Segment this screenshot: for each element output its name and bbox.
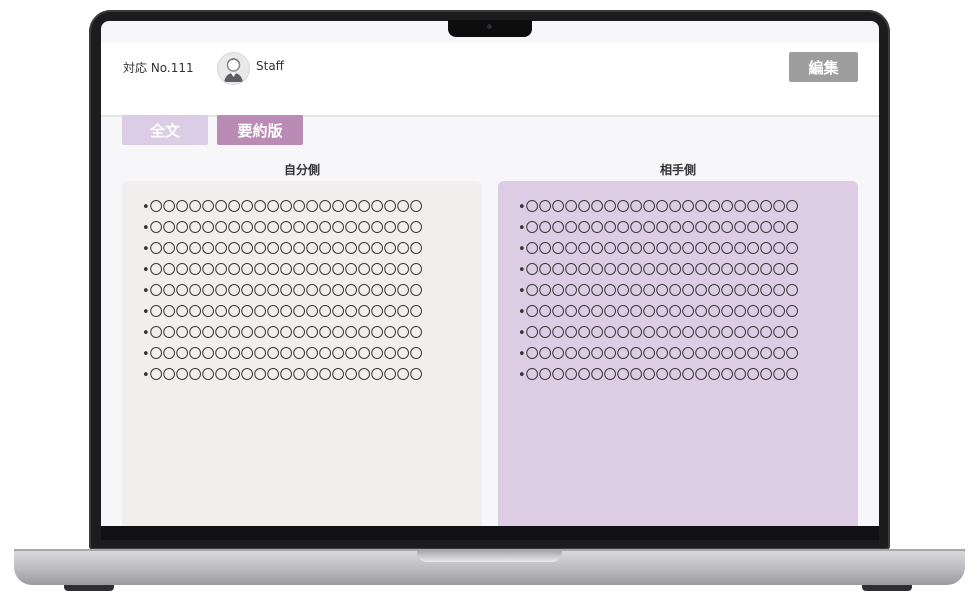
self-column-title: 自分側 [283, 163, 320, 177]
other-summary-list: •〇〇〇〇〇〇〇〇〇〇〇〇〇〇〇〇〇〇〇〇〇 •〇〇〇〇〇〇〇〇〇〇〇〇〇〇〇〇… [498, 181, 858, 386]
avatar-person-icon [224, 58, 243, 82]
self-summary-list: •〇〇〇〇〇〇〇〇〇〇〇〇〇〇〇〇〇〇〇〇〇 •〇〇〇〇〇〇〇〇〇〇〇〇〇〇〇〇… [122, 181, 482, 386]
list-item: •〇〇〇〇〇〇〇〇〇〇〇〇〇〇〇〇〇〇〇〇〇 [142, 263, 423, 278]
list-item: •〇〇〇〇〇〇〇〇〇〇〇〇〇〇〇〇〇〇〇〇〇 [518, 221, 799, 236]
list-item: •〇〇〇〇〇〇〇〇〇〇〇〇〇〇〇〇〇〇〇〇〇 [518, 347, 799, 362]
self-summary-panel: •〇〇〇〇〇〇〇〇〇〇〇〇〇〇〇〇〇〇〇〇〇 •〇〇〇〇〇〇〇〇〇〇〇〇〇〇〇〇… [122, 181, 482, 526]
list-item: •〇〇〇〇〇〇〇〇〇〇〇〇〇〇〇〇〇〇〇〇〇 [518, 263, 799, 278]
list-item: •〇〇〇〇〇〇〇〇〇〇〇〇〇〇〇〇〇〇〇〇〇 [142, 242, 423, 257]
screen-bottom-bezel [101, 526, 879, 540]
case-number-label: 対応 No.111 [123, 61, 194, 75]
other-column-title: 相手側 [659, 163, 696, 177]
header-bar [101, 43, 879, 117]
list-item: •〇〇〇〇〇〇〇〇〇〇〇〇〇〇〇〇〇〇〇〇〇 [142, 221, 423, 236]
list-item: •〇〇〇〇〇〇〇〇〇〇〇〇〇〇〇〇〇〇〇〇〇 [142, 200, 423, 215]
laptop-foot-left [64, 585, 114, 591]
staff-avatar-icon [217, 52, 250, 85]
other-summary-panel: •〇〇〇〇〇〇〇〇〇〇〇〇〇〇〇〇〇〇〇〇〇 •〇〇〇〇〇〇〇〇〇〇〇〇〇〇〇〇… [498, 181, 858, 526]
camera-notch [448, 20, 532, 37]
app-screen: 対応 No.111 Staff 編集 全文 要約版 自分側 相手側 •〇〇〇〇〇… [101, 21, 879, 526]
list-item: •〇〇〇〇〇〇〇〇〇〇〇〇〇〇〇〇〇〇〇〇〇 [518, 326, 799, 341]
list-item: •〇〇〇〇〇〇〇〇〇〇〇〇〇〇〇〇〇〇〇〇〇 [142, 305, 423, 320]
camera-icon [487, 24, 492, 29]
laptop-base-notch [417, 551, 562, 562]
list-item: •〇〇〇〇〇〇〇〇〇〇〇〇〇〇〇〇〇〇〇〇〇 [518, 200, 799, 215]
list-item: •〇〇〇〇〇〇〇〇〇〇〇〇〇〇〇〇〇〇〇〇〇 [142, 368, 423, 383]
list-item: •〇〇〇〇〇〇〇〇〇〇〇〇〇〇〇〇〇〇〇〇〇 [142, 347, 423, 362]
list-item: •〇〇〇〇〇〇〇〇〇〇〇〇〇〇〇〇〇〇〇〇〇 [518, 305, 799, 320]
list-item: •〇〇〇〇〇〇〇〇〇〇〇〇〇〇〇〇〇〇〇〇〇 [518, 284, 799, 299]
list-item: •〇〇〇〇〇〇〇〇〇〇〇〇〇〇〇〇〇〇〇〇〇 [518, 368, 799, 383]
laptop-foot-right [862, 585, 912, 591]
tab-summary[interactable]: 要約版 [217, 115, 303, 145]
list-item: •〇〇〇〇〇〇〇〇〇〇〇〇〇〇〇〇〇〇〇〇〇 [142, 326, 423, 341]
staff-name-label: Staff [256, 59, 284, 73]
list-item: •〇〇〇〇〇〇〇〇〇〇〇〇〇〇〇〇〇〇〇〇〇 [142, 284, 423, 299]
list-item: •〇〇〇〇〇〇〇〇〇〇〇〇〇〇〇〇〇〇〇〇〇 [518, 242, 799, 257]
edit-button[interactable]: 編集 [789, 52, 858, 82]
tab-full-text[interactable]: 全文 [122, 115, 208, 145]
